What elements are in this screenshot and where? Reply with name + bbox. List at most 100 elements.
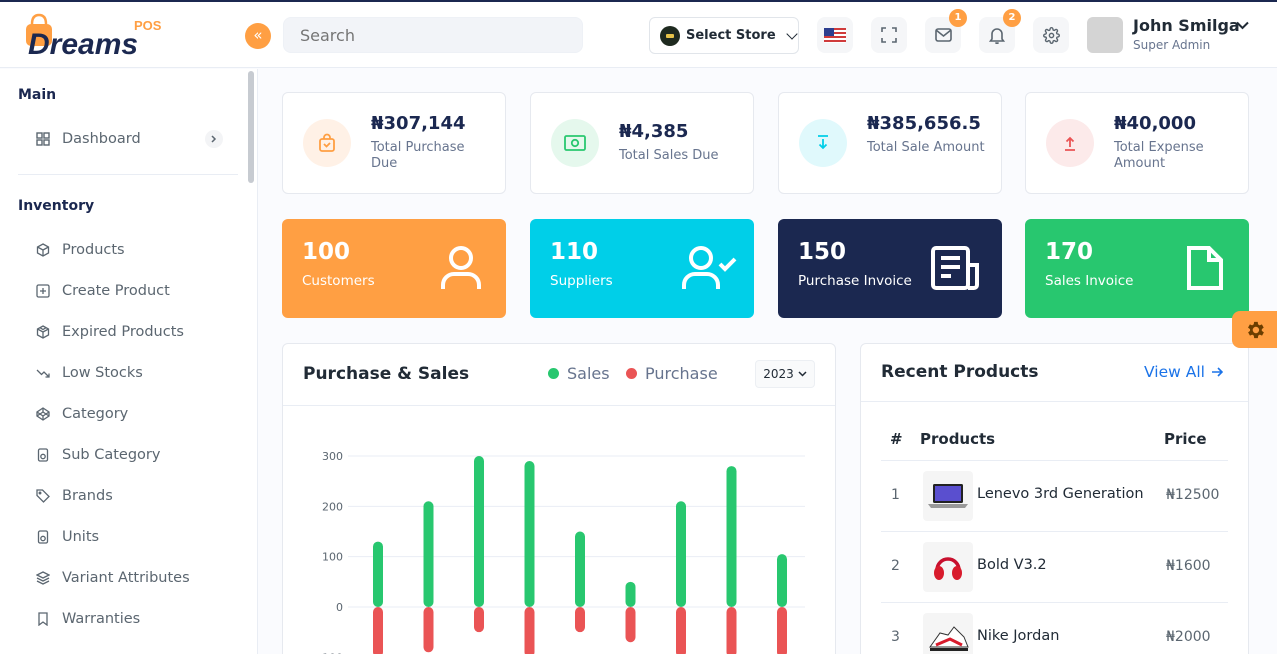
- notifications-button[interactable]: 2: [979, 9, 1021, 53]
- tile-purchase-invoice[interactable]: 150 Purchase Invoice: [778, 219, 1002, 318]
- user-role: Super Admin: [1133, 38, 1211, 52]
- stat-card-sale-amount: ₦385,656.5 Total Sale Amount: [778, 92, 1002, 194]
- bar-purchase: [625, 607, 636, 643]
- sidebar-item-label: Variant Attributes: [62, 570, 190, 586]
- stat-value: ₦40,000: [1114, 113, 1196, 134]
- bar-purchase: [575, 607, 585, 633]
- sidebar-item-variant-attributes[interactable]: Variant Attributes: [36, 566, 190, 590]
- tile-customers[interactable]: 100 Customers: [282, 219, 506, 318]
- sidebar-item-dashboard[interactable]: Dashboard: [36, 127, 141, 151]
- arrow-right-icon: [1211, 367, 1223, 377]
- tile-label: Suppliers: [550, 273, 613, 289]
- tile-sales-invoice[interactable]: 170 Sales Invoice: [1025, 219, 1249, 318]
- sidebar-item-label: Expired Products: [62, 324, 184, 340]
- fullscreen-button[interactable]: [871, 17, 907, 53]
- language-button[interactable]: [817, 17, 853, 53]
- customizer-button[interactable]: [1232, 311, 1277, 348]
- sidebar-scrollbar[interactable]: [248, 71, 254, 183]
- chevron-down-icon[interactable]: [1236, 21, 1249, 30]
- sidebar-item-sub-category[interactable]: Sub Category: [36, 443, 160, 467]
- panel-title: Recent Products: [881, 362, 1039, 382]
- bar-purchase: [423, 607, 434, 653]
- sidebar-item-warranties[interactable]: Warranties: [36, 607, 140, 631]
- svg-text:POS: POS: [134, 18, 162, 33]
- stat-label: Total Purchase Due: [371, 140, 465, 171]
- stat-card-sales-due: ₦4,385 Total Sales Due: [530, 92, 754, 194]
- brand-logo[interactable]: Dreams POS: [22, 12, 162, 61]
- product-name[interactable]: Bold V3.2: [977, 557, 1047, 573]
- legend-label: Purchase: [645, 364, 718, 383]
- sneaker-image[interactable]: [923, 613, 973, 654]
- y-tick-label: 100: [322, 551, 343, 564]
- column-header-price: Price: [1164, 430, 1207, 448]
- top-header: Dreams POS « Select Store 1 2: [0, 2, 1277, 68]
- product-price: ₦1600: [1166, 558, 1211, 574]
- legend-purchase[interactable]: Purchase: [626, 364, 718, 383]
- table-row[interactable]: 3 Nike Jordan ₦2000: [881, 602, 1228, 654]
- stat-card-expense-amount: ₦40,000 Total Expense Amount: [1025, 92, 1249, 194]
- sidebar-item-label: Products: [62, 242, 125, 258]
- tag-icon: [36, 489, 50, 503]
- search-input[interactable]: [283, 17, 583, 53]
- sidebar-item-low-stocks[interactable]: Low Stocks: [36, 361, 143, 385]
- user-check-icon: [682, 246, 737, 289]
- sidebar-section-inventory: Inventory: [18, 198, 95, 214]
- product-name[interactable]: Nike Jordan: [977, 628, 1059, 644]
- sidebar-collapse-button[interactable]: «: [245, 23, 271, 49]
- tile-label: Sales Invoice: [1045, 273, 1134, 289]
- user-name[interactable]: John Smilga: [1133, 16, 1240, 35]
- us-flag-icon: [824, 27, 846, 43]
- sidebar-item-label: Units: [62, 529, 100, 545]
- bar-purchase: [726, 607, 737, 654]
- sidebar-item-create-product[interactable]: Create Product: [36, 279, 170, 303]
- table-row[interactable]: 1 Lenevo 3rd Generation ₦12500: [881, 460, 1228, 531]
- sidebar-item-label: Warranties: [62, 611, 141, 627]
- legend-label: Sales: [567, 364, 610, 383]
- sidebar-item-expired-products[interactable]: Expired Products: [36, 320, 184, 344]
- sidebar-item-label: Brands: [62, 488, 113, 504]
- bar-sales: [676, 501, 686, 607]
- plus-square-icon: [36, 284, 50, 298]
- stat-value: ₦307,144: [371, 113, 466, 134]
- tile-suppliers[interactable]: 110 Suppliers: [530, 219, 754, 318]
- grid-icon: [36, 132, 50, 146]
- sidebar-item-units[interactable]: Units: [36, 525, 99, 549]
- messages-button[interactable]: 1: [925, 9, 967, 53]
- stat-label: Total Expense Amount: [1114, 140, 1204, 171]
- settings-button[interactable]: [1033, 17, 1069, 53]
- cash-icon: [551, 119, 599, 167]
- codepen-icon: [36, 407, 50, 421]
- sidebar-item-brands[interactable]: Brands: [36, 484, 113, 508]
- y-tick-label: 300: [322, 450, 343, 463]
- bar-purchase: [676, 607, 686, 654]
- sidebar-item-category[interactable]: Category: [36, 402, 128, 426]
- tile-count: 100: [302, 239, 351, 265]
- tile-label: Customers: [302, 273, 375, 289]
- bar-sales: [726, 466, 737, 607]
- laptop-image[interactable]: [923, 471, 973, 521]
- download-icon: [799, 119, 847, 167]
- tile-label: Purchase Invoice: [798, 273, 912, 289]
- column-header-index: #: [890, 430, 903, 448]
- mail-icon: [934, 28, 952, 42]
- sidebar-divider: [18, 174, 238, 175]
- legend-dot: [548, 368, 559, 379]
- chevron-right-icon[interactable]: [205, 130, 223, 148]
- view-all-link[interactable]: View All: [1144, 363, 1223, 381]
- headphones-image[interactable]: [923, 542, 973, 592]
- upload-icon: [1046, 119, 1094, 167]
- year-dropdown[interactable]: 2023: [755, 360, 815, 388]
- box-icon: [36, 243, 50, 257]
- stat-label: Total Sale Amount: [867, 140, 985, 155]
- tile-count: 150: [798, 239, 847, 265]
- table-row[interactable]: 2 Bold V3.2 ₦1600: [881, 531, 1228, 602]
- user-icon: [441, 246, 481, 289]
- legend-dot: [626, 368, 637, 379]
- bell-badge: 2: [1003, 9, 1021, 27]
- avatar[interactable]: [1087, 17, 1123, 53]
- legend-sales[interactable]: Sales: [548, 364, 610, 383]
- sidebar-item-products[interactable]: Products: [36, 238, 125, 262]
- select-store-dropdown[interactable]: Select Store: [649, 17, 799, 54]
- stat-value: ₦385,656.5: [867, 113, 981, 134]
- product-name[interactable]: Lenevo 3rd Generation: [977, 486, 1144, 502]
